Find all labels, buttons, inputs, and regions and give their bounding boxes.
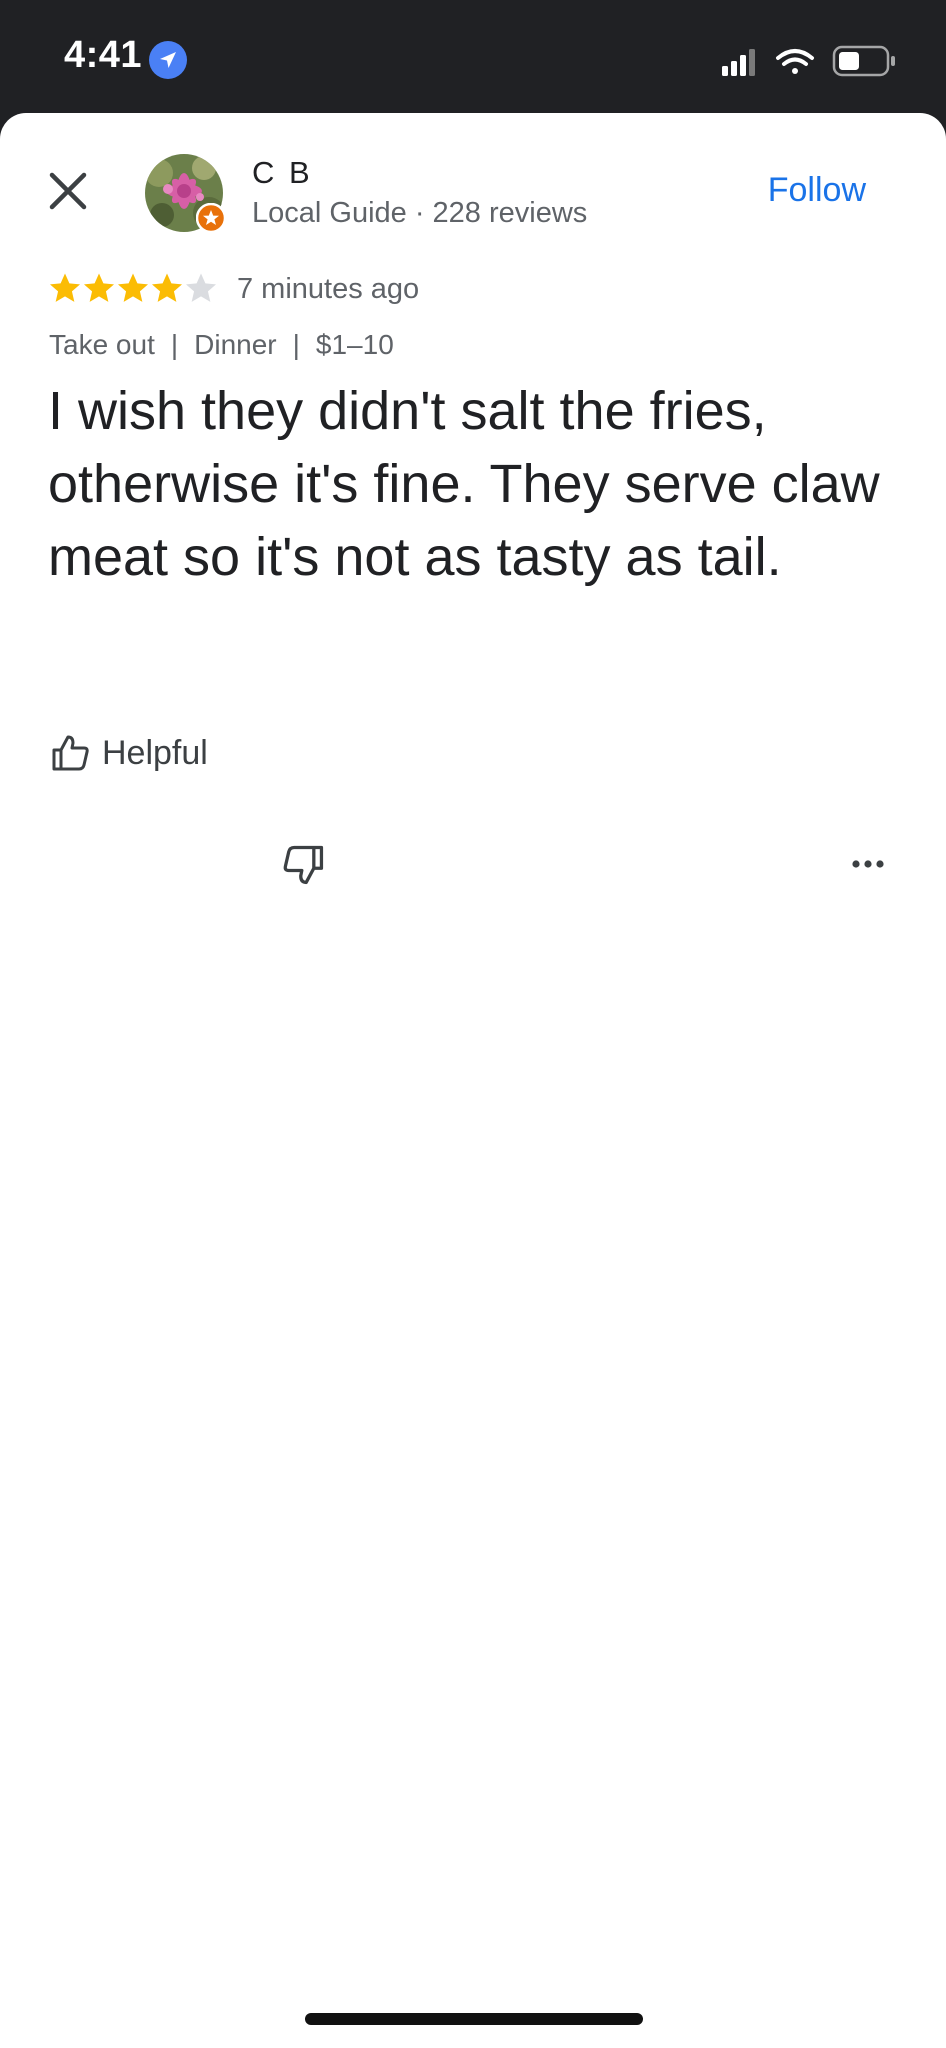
tag-item: Take out — [49, 329, 155, 360]
avatar[interactable] — [144, 153, 226, 233]
tag-divider: | — [170, 329, 179, 360]
close-icon — [49, 172, 87, 210]
review-text: I wish they didn't salt the fries, other… — [48, 381, 880, 587]
wifi-icon — [776, 49, 814, 74]
review-time: 7 minutes ago — [237, 273, 420, 305]
star-filled-icon — [151, 273, 183, 302]
home-indicator[interactable] — [305, 2013, 643, 2025]
close-button[interactable] — [40, 163, 96, 219]
review-sheet: C B Local Guide · 228 reviews Follow 7 m… — [0, 113, 946, 2048]
reviewer-meta: Local Guide · 228 reviews — [252, 197, 588, 229]
star-filled-icon — [117, 273, 149, 302]
local-guide-badge-icon — [196, 203, 226, 233]
battery-icon — [832, 45, 895, 77]
status-bar: 4:41 — [0, 0, 946, 115]
status-time: 4:41 — [64, 34, 143, 76]
helpful-label: Helpful — [102, 733, 208, 772]
more-horizontal-icon — [852, 860, 884, 868]
star-empty-icon — [185, 273, 217, 302]
helpful-button[interactable]: Helpful — [48, 725, 208, 781]
cellular-signal-icon — [722, 49, 755, 76]
star-rating — [48, 271, 218, 311]
review-tags: Take out | Dinner | $1–10 — [49, 329, 394, 361]
follow-button[interactable]: Follow — [768, 171, 866, 210]
reviewer-name[interactable]: C B — [252, 155, 313, 191]
thumbs-down-icon — [283, 845, 324, 885]
tag-item: Dinner — [194, 329, 277, 360]
star-filled-icon — [83, 273, 115, 302]
location-arrow-icon — [149, 41, 187, 79]
star-filled-icon — [49, 273, 81, 302]
status-icons — [722, 44, 902, 78]
more-options-button[interactable] — [848, 849, 888, 879]
not-helpful-button[interactable] — [280, 841, 328, 889]
thumbs-up-icon — [52, 735, 89, 771]
tag-divider: | — [292, 329, 300, 360]
tag-item: $1–10 — [315, 329, 394, 360]
